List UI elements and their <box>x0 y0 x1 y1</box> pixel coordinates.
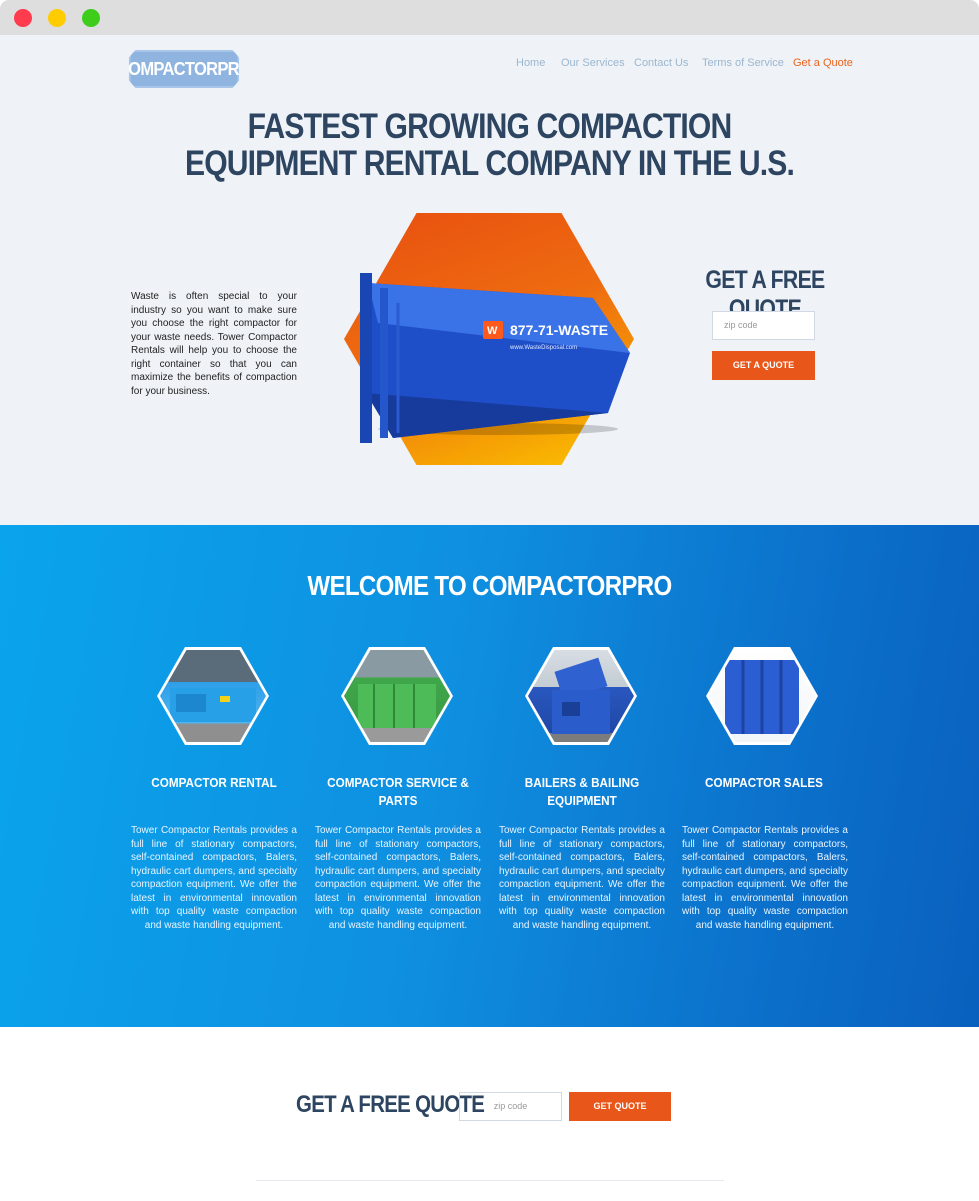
nav-terms-of-service[interactable]: Terms of Service <box>702 57 784 71</box>
service-text-compactor-service: Tower Compactor Rentals provides a full … <box>315 825 481 931</box>
bottom-quote-title: GET A FREE QUOTE <box>296 1091 485 1118</box>
service-text-compactor-sales: Tower Compactor Rentals provides a full … <box>682 825 848 931</box>
headline-line-1: FASTEST GROWING COMPACTION <box>247 107 733 146</box>
minimize-window-icon[interactable] <box>48 9 66 27</box>
hero-section: COMPACTORPRO Home Our Services Contact U… <box>0 35 979 525</box>
nav-home[interactable]: Home <box>516 57 545 71</box>
welcome-title: WELCOME TO COMPACTORPRO <box>307 570 672 601</box>
service-title-compactor-service: COMPACTOR SERVICE & PARTS <box>327 775 469 808</box>
site-logo[interactable]: COMPACTORPRO <box>128 50 240 88</box>
service-text-bailers: Tower Compactor Rentals provides a full … <box>499 825 665 931</box>
service-text-compactor-rental: Tower Compactor Rentals provides a full … <box>131 825 297 931</box>
nav-get-a-quote[interactable]: Get a Quote <box>793 57 853 71</box>
hero-zip-input[interactable]: zip code <box>712 311 815 340</box>
service-image-compactor-sales[interactable] <box>706 647 818 745</box>
footer-divider <box>256 1180 724 1181</box>
hero-intro-text: Waste is often special to your industry … <box>131 291 297 397</box>
hero-get-quote-button[interactable]: GET A QUOTE <box>712 351 815 380</box>
headline-line-2: EQUIPMENT RENTAL COMPANY IN THE U.S. <box>184 144 795 183</box>
maximize-window-icon[interactable] <box>82 9 100 27</box>
container-web: www.WasteDisposal.com <box>509 345 577 351</box>
service-title-compactor-rental: COMPACTOR RENTAL <box>151 775 277 790</box>
service-image-compactor-rental[interactable] <box>157 647 269 745</box>
svg-text:W: W <box>487 325 498 337</box>
service-title-bailers: BAILERS & BAILING EQUIPMENT <box>524 775 640 808</box>
hero-container-image: W 877-71-WASTE www.WasteDisposal.com <box>344 213 634 465</box>
welcome-section: WELCOME TO COMPACTORPRO COMPACTOR RENTAL… <box>0 525 979 1027</box>
nav-our-services[interactable]: Our Services <box>561 57 625 71</box>
service-title-compactor-sales: COMPACTOR SALES <box>705 775 823 790</box>
nav-contact-us[interactable]: Contact Us <box>634 57 688 71</box>
bottom-quote-section: GET A FREE QUOTE zip code GET QUOTE <box>0 1027 979 1201</box>
browser-titlebar <box>0 0 979 35</box>
page-headline: FASTEST GROWING COMPACTION EQUIPMENT REN… <box>69 108 911 182</box>
bottom-get-quote-button[interactable]: GET QUOTE <box>569 1092 671 1121</box>
container-phone: 877-71-WASTE <box>510 322 608 338</box>
compactor-container-illustration: W 877-71-WASTE www.WasteDisposal.com <box>360 273 630 443</box>
bottom-zip-input[interactable]: zip code <box>459 1092 562 1121</box>
service-image-bailers[interactable] <box>525 647 637 745</box>
close-window-icon[interactable] <box>14 9 32 27</box>
service-image-compactor-service[interactable] <box>341 647 453 745</box>
